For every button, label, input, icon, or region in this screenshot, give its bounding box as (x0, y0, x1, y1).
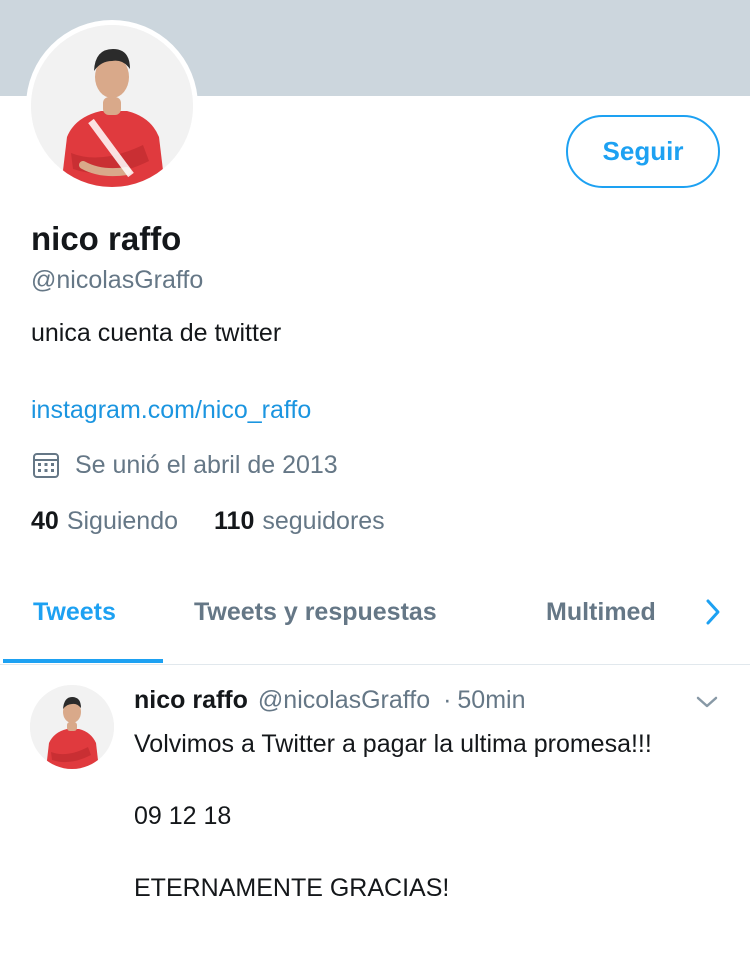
followers-label: seguidores (262, 507, 385, 535)
profile-link[interactable]: instagram.com/nico_raffo (31, 396, 311, 425)
tweet-menu-button[interactable] (694, 692, 720, 717)
follow-button[interactable]: Seguir (566, 115, 720, 188)
tab-tweets[interactable]: Tweets (33, 598, 116, 627)
tweet-header: nico raffo @nicolasGraffo · 50min (134, 686, 526, 715)
profile-handle: @nicolasGraffo (31, 266, 204, 294)
tweet-text: Volvimos a Twitter a pagar la ultima pro… (134, 730, 652, 902)
tweet-author-name[interactable]: nico raffo (134, 686, 248, 714)
player-photo-small (30, 685, 114, 769)
tweet-time[interactable]: 50min (457, 686, 525, 714)
active-tab-indicator (3, 659, 163, 663)
following-stat[interactable]: 40 Siguiendo (31, 507, 178, 536)
chevron-down-icon (696, 696, 718, 708)
calendar-icon (33, 453, 59, 478)
tweet-author-handle[interactable]: @nicolasGraffo (258, 686, 430, 714)
player-photo (31, 25, 193, 187)
following-label: Siguiendo (66, 507, 179, 535)
profile-tabs: Tweets Tweets y respuestas Multimed (0, 580, 750, 665)
joined-text: Se unió el abril de 2013 (75, 450, 338, 479)
tweet-separator: · (443, 686, 452, 714)
following-count: 40 (31, 507, 59, 535)
tweet-avatar[interactable] (30, 685, 114, 769)
followers-count: 110 (214, 507, 255, 535)
profile-bio: unica cuenta de twitter (31, 319, 282, 347)
chevron-right-icon (706, 599, 720, 625)
tab-tweets-replies[interactable]: Tweets y respuestas (194, 598, 437, 627)
profile-avatar[interactable] (26, 20, 198, 192)
tabs-scroll-right-button[interactable] (702, 597, 724, 632)
tab-media[interactable]: Multimed (546, 598, 676, 627)
profile-name: nico raffo (31, 220, 182, 257)
profile-stats: 40 Siguiendo 110 seguidores (31, 507, 421, 536)
joined-date: Se unió el abril de 2013 (31, 450, 338, 480)
followers-stat[interactable]: 110 seguidores (214, 507, 385, 536)
